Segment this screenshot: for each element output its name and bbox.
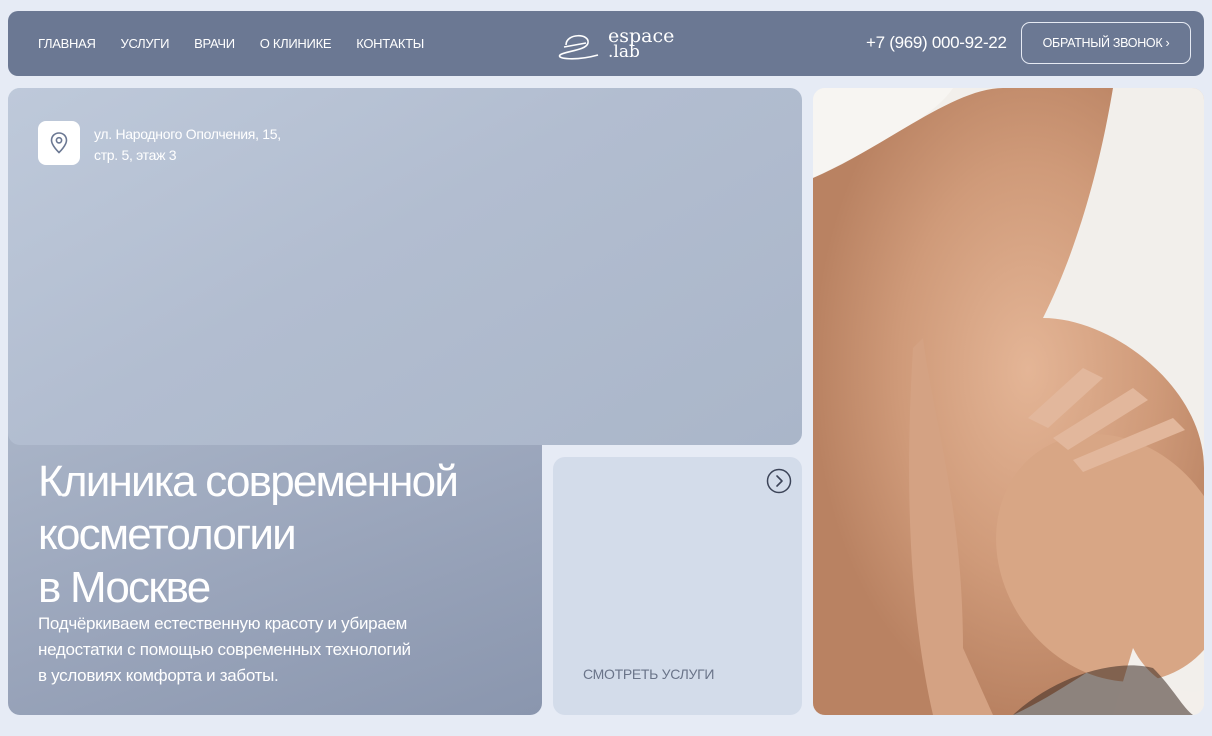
hero-subtitle-line-2: недостатки с помощью современных техноло… (38, 640, 411, 659)
logo-text-bottom: .lab (608, 42, 640, 62)
view-services-label[interactable]: СМОТРЕТЬ УСЛУГИ (583, 666, 714, 682)
hero-title-line-3: в Москве (38, 563, 211, 612)
main-nav: ГЛАВНАЯ УСЛУГИ ВРАЧИ О КЛИНИКЕ КОНТАКТЫ (38, 11, 449, 76)
hero-subtitle-line-3: в условиях комфорта и заботы. (38, 666, 279, 685)
hero-photo (813, 88, 1204, 715)
address-line-1: ул. Народного Ополчения, 15, (94, 126, 281, 142)
hero-subtitle: Подчёркиваем естественную красоту и убир… (38, 611, 478, 689)
clinic-address: ул. Народного Ополчения, 15, стр. 5, эта… (94, 124, 281, 166)
nav-contacts[interactable]: КОНТАКТЫ (356, 36, 424, 51)
map-pin-icon (50, 132, 68, 154)
address-line-2: стр. 5, этаж 3 (94, 147, 177, 163)
view-services-card[interactable]: СМОТРЕТЬ УСЛУГИ (553, 457, 802, 715)
hero-title-line-2: косметологии (38, 510, 297, 559)
nav-about[interactable]: О КЛИНИКЕ (260, 36, 332, 51)
hero-title: Клиника современной косметологии в Москв… (38, 455, 508, 614)
nav-home[interactable]: ГЛАВНАЯ (38, 36, 96, 51)
top-header: ГЛАВНАЯ УСЛУГИ ВРАЧИ О КЛИНИКЕ КОНТАКТЫ … (8, 11, 1204, 76)
nav-doctors[interactable]: ВРАЧИ (194, 36, 235, 51)
logo[interactable]: espace .lab (546, 25, 676, 65)
hero-title-line-1: Клиника современной (38, 457, 459, 506)
callback-button[interactable]: ОБРАТНЫЙ ЗВОНОК › (1021, 22, 1191, 64)
logo-mark-icon (558, 34, 599, 60)
facial-treatment-image (813, 88, 1204, 715)
nav-services[interactable]: УСЛУГИ (121, 36, 170, 51)
address-pin-box (38, 121, 80, 165)
chevron-right-circle-icon[interactable] (766, 468, 792, 494)
phone-number[interactable]: +7 (969) 000-92-22 (866, 33, 1007, 53)
hero-subtitle-line-1: Подчёркиваем естественную красоту и убир… (38, 614, 408, 633)
